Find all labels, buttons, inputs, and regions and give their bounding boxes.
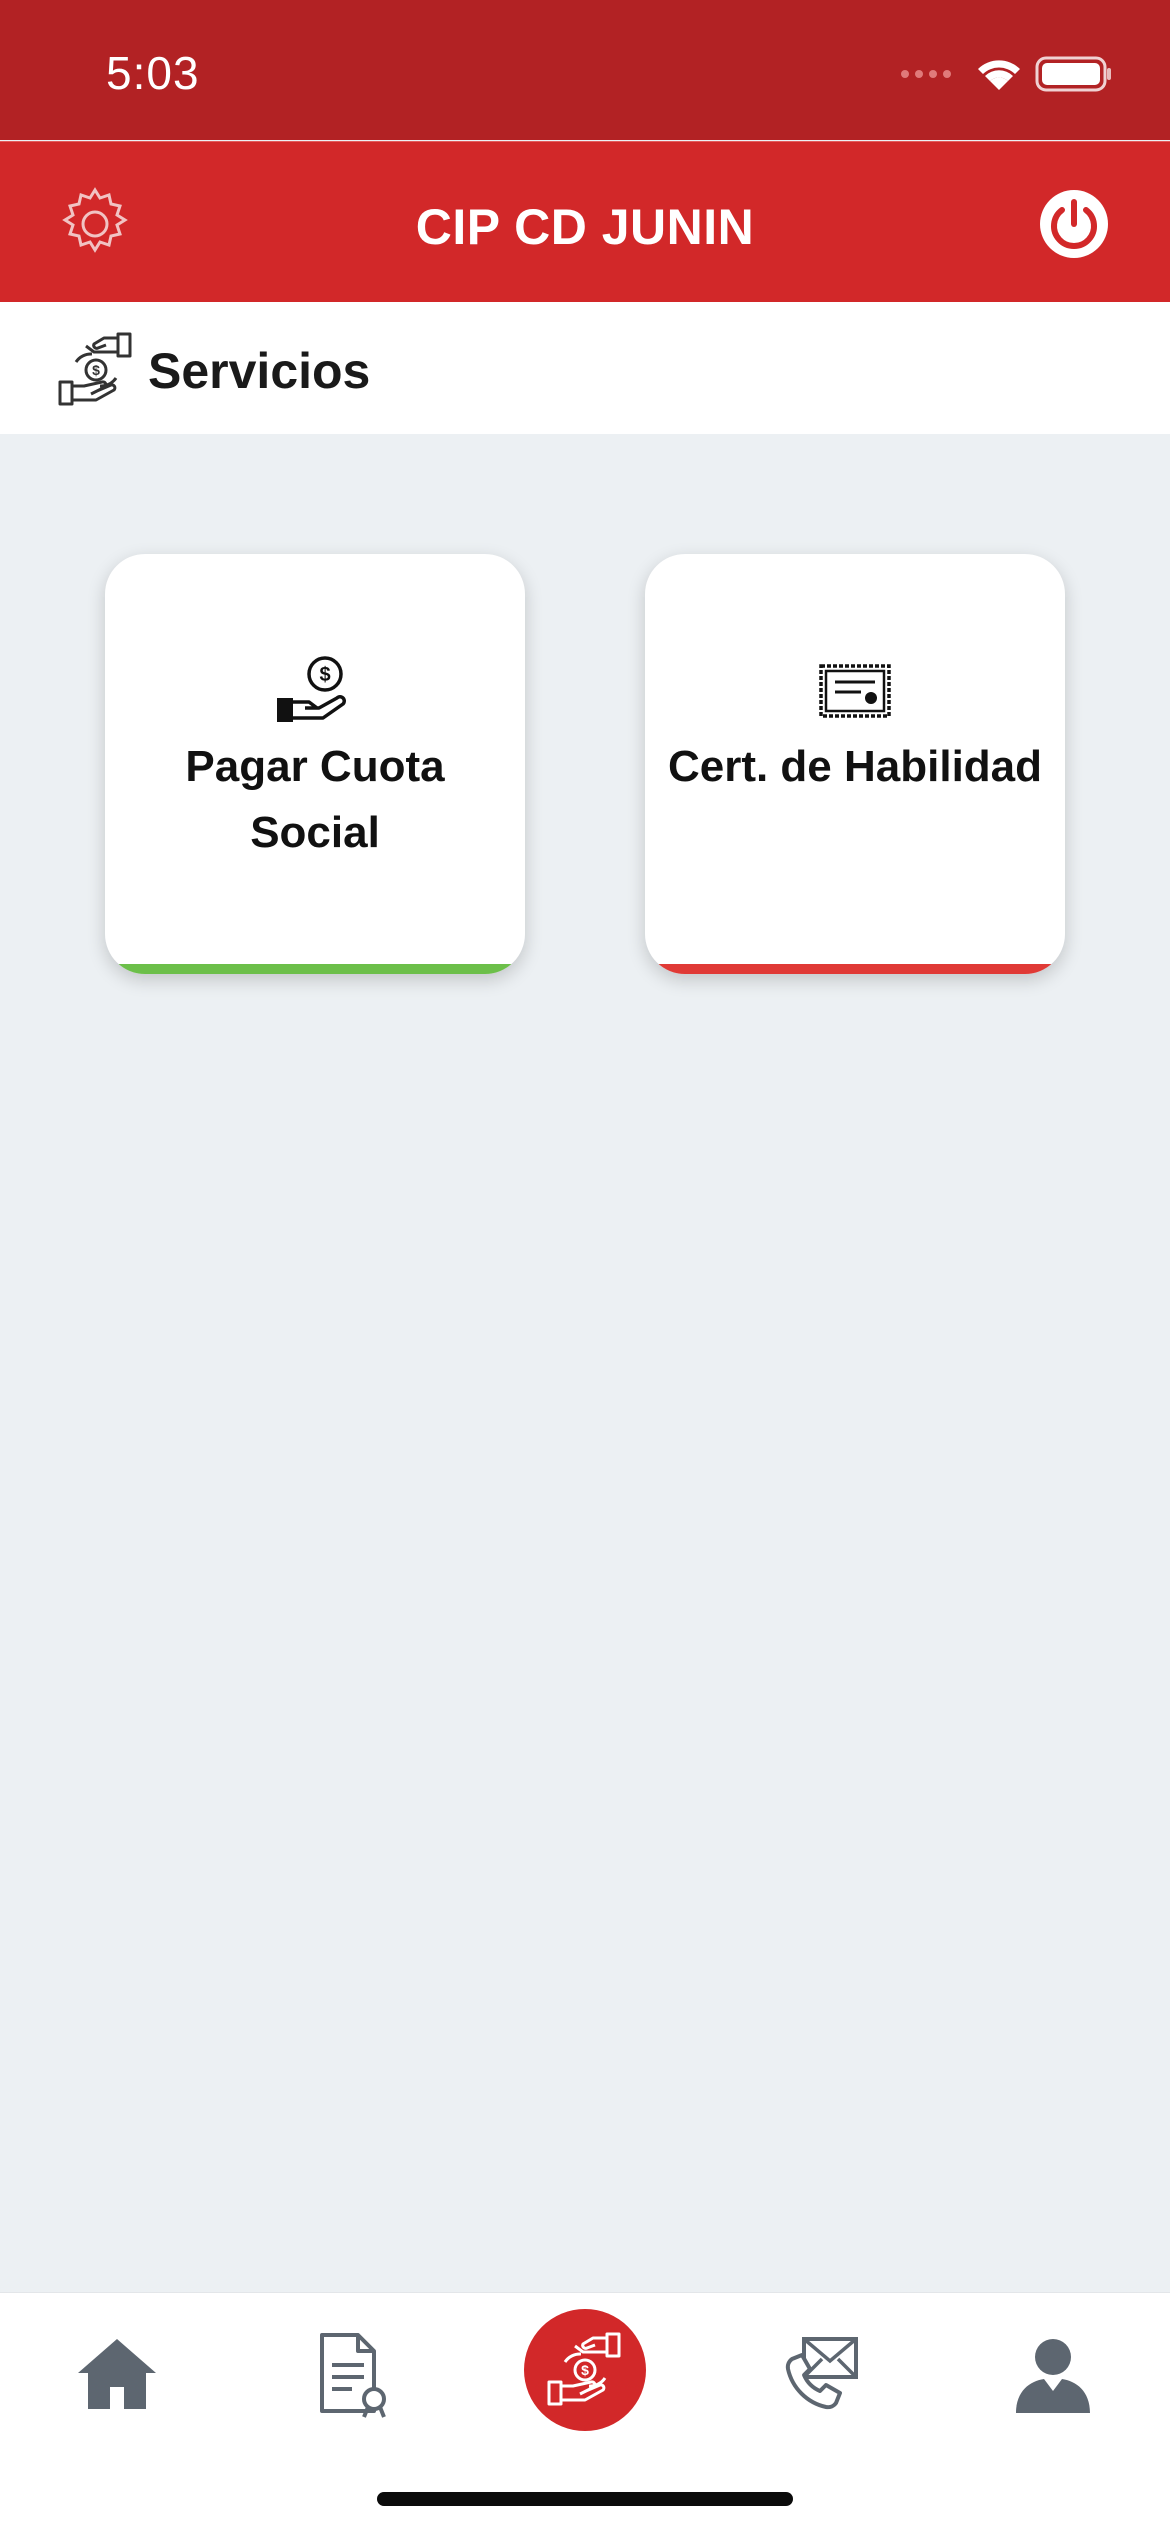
svg-text:$: $ <box>92 362 100 378</box>
status-time: 5:03 <box>106 47 200 99</box>
status-bar: 5:03 <box>0 0 1170 140</box>
wifi-icon <box>978 60 1020 90</box>
home-indicator <box>377 2492 793 2506</box>
battery-icon <box>1035 56 1111 92</box>
services-exchange-icon: $ <box>58 332 132 406</box>
status-icons <box>901 56 1111 92</box>
card-accent-bar <box>645 964 1065 974</box>
section-title: Servicios <box>148 343 371 399</box>
signal-icon <box>901 70 951 78</box>
home-icon[interactable] <box>72 2329 162 2419</box>
svg-text:$: $ <box>319 664 330 686</box>
pay-dues-card[interactable]: $ Pagar Cuota Social <box>105 554 525 974</box>
document-certificate-icon[interactable] <box>308 2329 398 2419</box>
phone-mail-icon[interactable] <box>774 2329 864 2419</box>
certificate-icon <box>819 664 891 718</box>
power-logout-icon[interactable] <box>1036 186 1112 262</box>
services-exchange-icon: $ <box>547 2332 621 2406</box>
hand-coin-icon: $ <box>277 656 346 722</box>
certificate-card[interactable]: Cert. de Habilidad <box>645 554 1065 974</box>
app-title: CIP CD JUNIN <box>415 199 755 255</box>
app-header: CIP CD JUNIN <box>0 141 1170 302</box>
svg-text:$: $ <box>581 2362 589 2378</box>
card-label: Cert. de Habilidad <box>667 742 1043 791</box>
section-header: $ Servicios <box>0 302 1170 434</box>
card-accent-bar <box>105 964 525 974</box>
card-label: Pagar Cuota Social <box>185 742 445 857</box>
services-tab[interactable]: $ <box>524 2309 646 2431</box>
user-icon[interactable] <box>1008 2329 1098 2419</box>
